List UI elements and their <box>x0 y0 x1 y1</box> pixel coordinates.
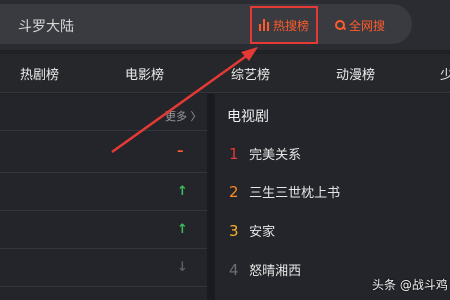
row-divider <box>0 286 207 287</box>
list-item[interactable]: 3 安家 <box>229 221 275 240</box>
list-item[interactable]: 1 完美关系 <box>229 144 301 163</box>
show-title: 三生三世枕上书 <box>249 186 341 201</box>
bar-chart-icon <box>258 19 269 31</box>
row-divider <box>0 130 207 131</box>
top-bar: 斗罗大陆 热搜榜 全网搜 <box>0 0 450 50</box>
rank-number: 3 <box>229 222 239 240</box>
panel-title: 电视剧 <box>227 109 269 125</box>
show-title: 完美关系 <box>249 148 302 163</box>
search-icon <box>334 20 345 30</box>
show-title: 安家 <box>249 225 276 240</box>
rank-number: 4 <box>229 261 239 279</box>
trend-same-icon: – <box>177 144 184 159</box>
row-divider <box>0 248 207 249</box>
show-title: 怒晴湘西 <box>249 264 302 279</box>
row-divider <box>0 172 207 173</box>
left-ranking-panel: 更多 〉 – ↑ ↑ ↓ <box>0 94 207 300</box>
row-divider <box>0 210 207 211</box>
hot-search-label: 热搜榜 <box>272 18 309 33</box>
watermark: 头条 @战斗鸡 <box>372 278 448 292</box>
web-search-button[interactable]: 全网搜 <box>328 10 392 40</box>
tab-movie-rank[interactable]: 电影榜 <box>125 64 164 83</box>
list-item[interactable]: 2 三生三世枕上书 <box>229 182 340 201</box>
trend-up-icon: ↑ <box>177 222 188 237</box>
more-link[interactable]: 更多 〉 <box>165 108 202 124</box>
tab-anime-rank[interactable]: 动漫榜 <box>336 64 375 83</box>
hot-search-button[interactable]: 热搜榜 <box>250 6 318 44</box>
tv-ranking-panel: 电视剧 1 完美关系 2 三生三世枕上书 3 安家 4 怒晴湘西 <box>215 94 450 300</box>
panel-divider <box>207 94 215 300</box>
web-search-label: 全网搜 <box>348 18 385 33</box>
rank-number: 2 <box>229 183 239 201</box>
rank-number: 1 <box>229 145 239 163</box>
trend-down-icon: ↓ <box>177 260 188 275</box>
tab-tv-rank[interactable]: 热剧榜 <box>20 64 59 83</box>
tab-variety-rank[interactable]: 综艺榜 <box>231 64 270 83</box>
list-item[interactable]: 4 怒晴湘西 <box>229 260 301 279</box>
tab-truncated[interactable]: 少 <box>440 64 450 83</box>
trend-up-icon: ↑ <box>177 184 188 199</box>
search-query: 斗罗大陆 <box>18 19 74 35</box>
category-tabs: 热剧榜 电影榜 综艺榜 动漫榜 少 <box>0 54 450 93</box>
